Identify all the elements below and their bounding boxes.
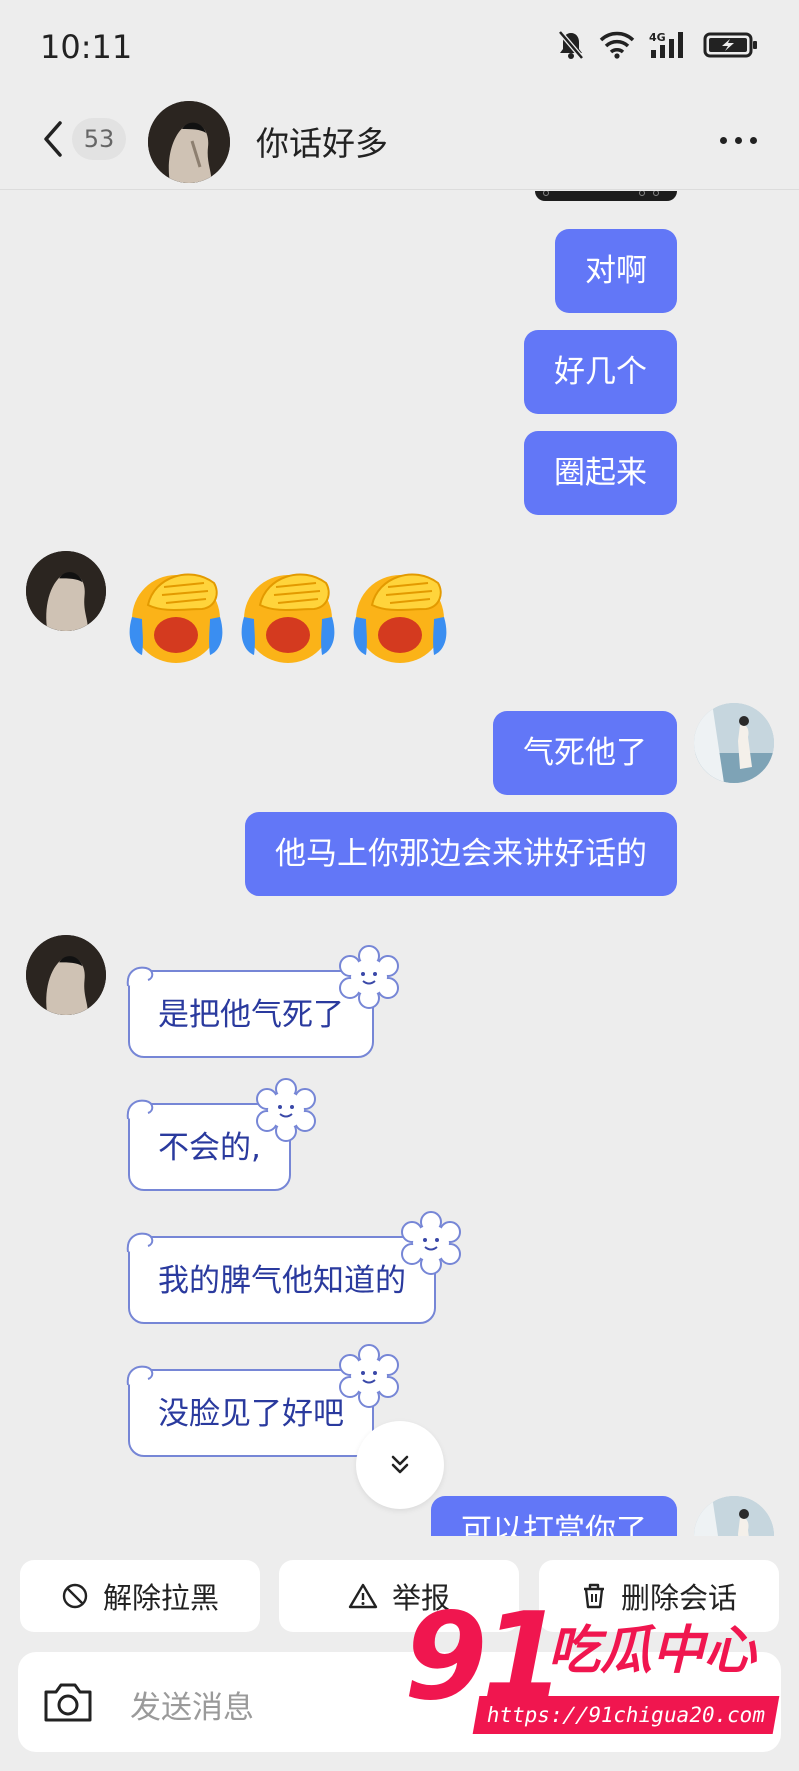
outgoing-message[interactable]: 好几个 <box>524 330 677 414</box>
message-text: 是把他气死了 <box>158 997 344 1033</box>
outgoing-message[interactable]: 可以打赏你了 <box>431 1496 677 1536</box>
avatar-photo <box>26 551 106 631</box>
chat-message-list[interactable]: 对啊 好几个 圈起来 气死他了 他马上你那边会来讲好话的 是把他气死了 不会的,… <box>0 191 799 1536</box>
message-text: 不会的, <box>158 1130 261 1166</box>
status-bar: 10:11 4G <box>0 0 799 95</box>
status-icons: 4G <box>557 30 759 60</box>
contact-avatar[interactable] <box>26 935 106 1015</box>
outgoing-message[interactable]: 气死他了 <box>493 711 677 795</box>
mute-icon <box>558 30 584 60</box>
incoming-message[interactable]: 不会的, <box>126 1078 316 1191</box>
wifi-icon <box>599 31 635 59</box>
smiling-flower-sticker-icon <box>339 1344 399 1408</box>
signal-4g-icon: 4G <box>649 31 683 58</box>
outgoing-message[interactable]: 圈起来 <box>524 431 677 515</box>
warning-icon <box>348 1583 378 1609</box>
avatar-photo <box>694 1496 774 1536</box>
smiling-flower-sticker-icon <box>255 1078 316 1142</box>
bubble-decoration-icon <box>126 1365 154 1386</box>
bubble-decoration-icon <box>126 1232 154 1253</box>
facepalm-laugh-cry-emoji-icon <box>129 573 223 663</box>
message-input-placeholder: 发送消息 <box>130 1690 254 1726</box>
my-avatar[interactable] <box>694 703 774 783</box>
unread-count-badge: 53 <box>72 118 126 160</box>
incoming-message[interactable]: 是把他气死了 <box>126 945 399 1058</box>
unblock-button[interactable]: 解除拉黑 <box>20 1560 260 1632</box>
block-icon <box>62 1583 88 1609</box>
site-watermark: 91 吃瓜中心 https://91chigua20.com <box>400 1588 790 1750</box>
watermark-url: https://91chigua20.com <box>472 1696 780 1734</box>
bubble-decoration-icon <box>126 1099 154 1120</box>
watermark-brand: 吃瓜中心 <box>548 1621 757 1681</box>
avatar-photo <box>26 935 106 1015</box>
camera-icon[interactable] <box>40 1676 96 1728</box>
emoji-message[interactable] <box>124 561 452 665</box>
contact-avatar[interactable] <box>26 551 106 631</box>
bubble-decoration-icon <box>126 966 154 987</box>
smiling-flower-sticker-icon <box>401 1211 461 1275</box>
scroll-to-bottom-button[interactable] <box>356 1421 444 1509</box>
battery-charging-icon <box>703 32 757 58</box>
incoming-message[interactable]: 没脸见了好吧 <box>126 1344 399 1457</box>
incoming-message[interactable]: 我的脾气他知道的 <box>126 1211 461 1324</box>
smiling-flower-sticker-icon <box>339 945 399 1009</box>
avatar-photo <box>148 101 230 183</box>
double-chevron-down-icon <box>391 1455 409 1474</box>
message-text: 我的脾气他知道的 <box>158 1263 406 1299</box>
contact-avatar[interactable] <box>148 101 230 183</box>
message-text: 没脸见了好吧 <box>158 1396 344 1432</box>
facepalm-laugh-cry-emoji-icon <box>353 573 447 663</box>
status-time: 10:11 <box>40 28 133 66</box>
chat-header: 53 你话好多 <box>0 95 799 190</box>
network-label: 4G <box>649 31 666 44</box>
facepalm-laugh-cry-emoji-icon <box>241 573 335 663</box>
more-options-icon[interactable] <box>713 125 763 155</box>
outgoing-message[interactable]: 他马上你那边会来讲好话的 <box>245 812 677 896</box>
back-arrow-icon[interactable] <box>38 119 68 159</box>
video-message-fragment[interactable] <box>535 191 677 201</box>
chat-title: 你话好多 <box>256 124 388 163</box>
avatar-photo <box>694 703 774 783</box>
unblock-label: 解除拉黑 <box>102 1581 219 1615</box>
outgoing-message[interactable]: 对啊 <box>555 229 677 313</box>
my-avatar[interactable] <box>694 1496 774 1536</box>
